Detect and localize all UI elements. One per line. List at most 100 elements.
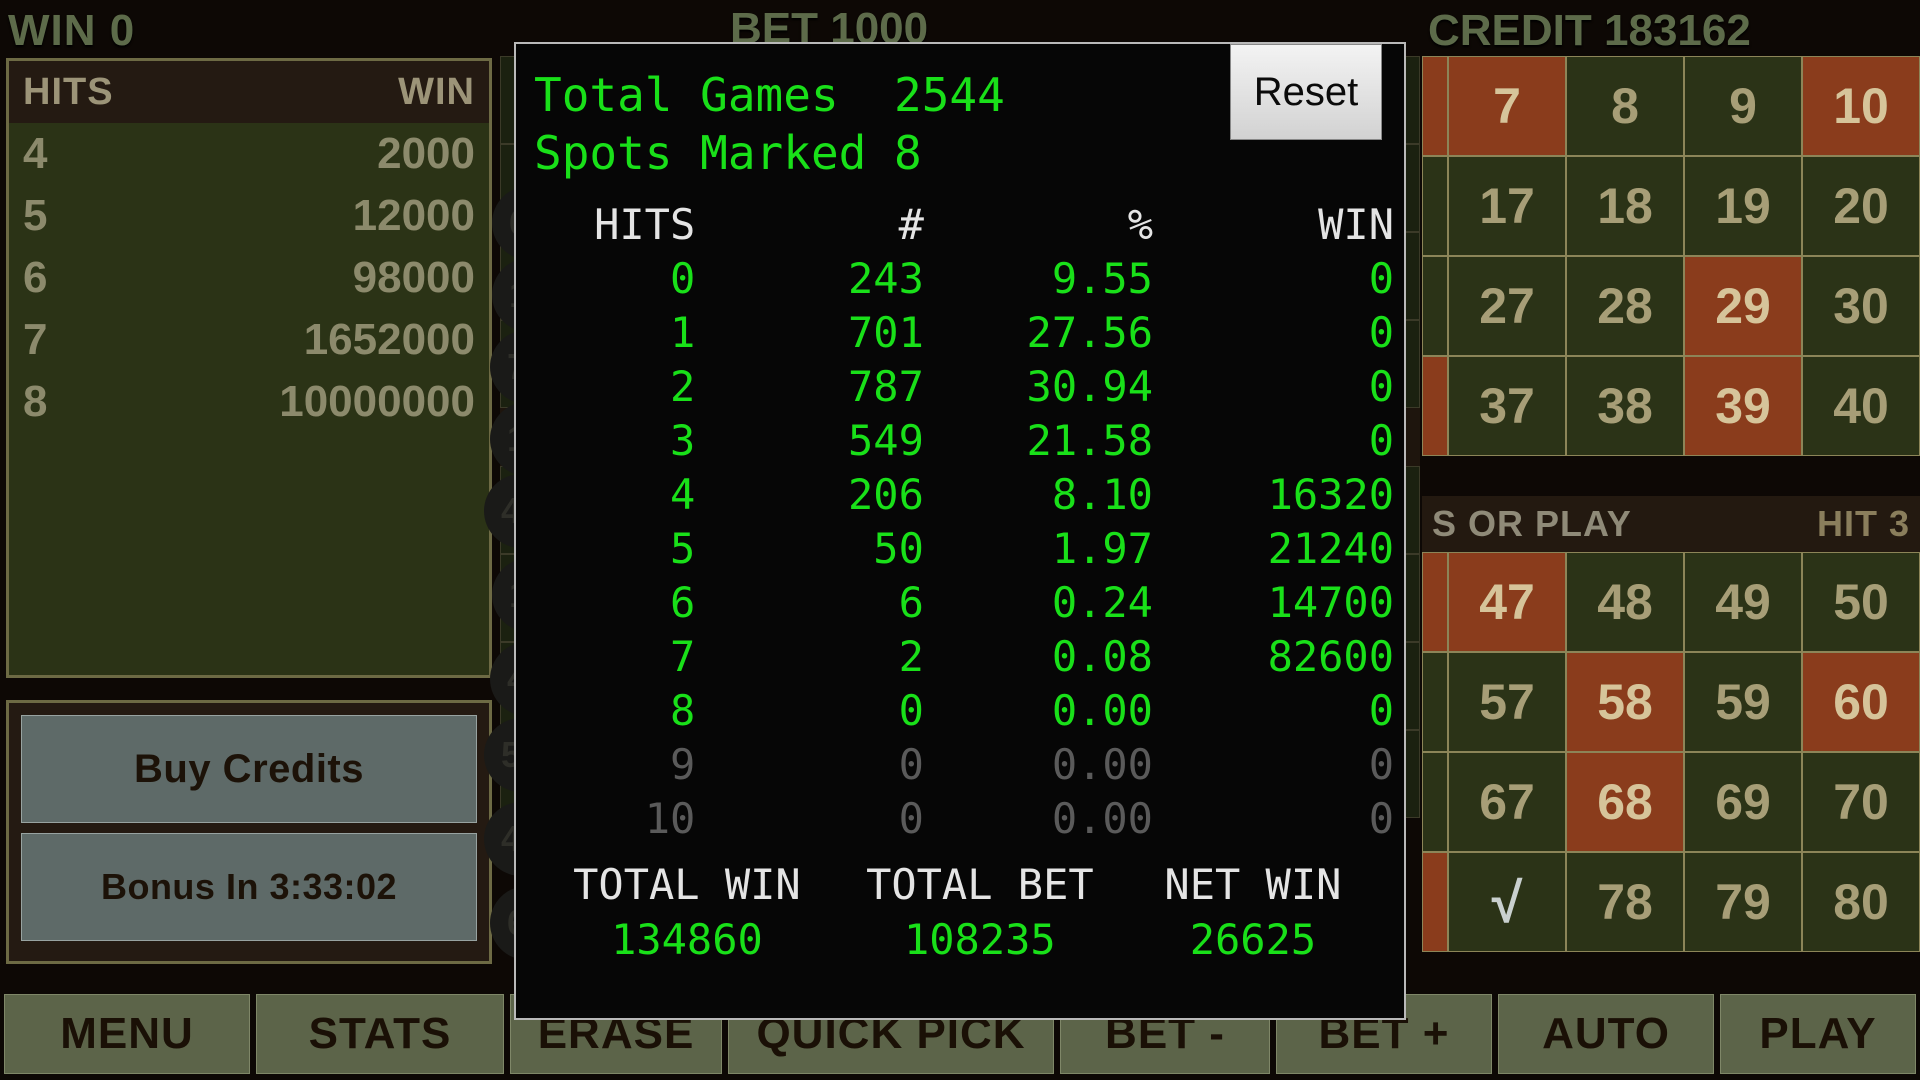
keno-cell[interactable]: 59 [1684,652,1802,752]
keno-cell[interactable]: 58 [1566,652,1684,752]
auto-button[interactable]: AUTO [1498,994,1714,1074]
keno-cell[interactable]: 69 [1684,752,1802,852]
board-subheader-right: S OR PLAY HIT 3 [1422,496,1920,552]
keno-cell-edge[interactable]: 6 [1422,56,1448,156]
keno-cell[interactable]: 50 [1802,552,1920,652]
paytable-hits-value: 6 [23,253,48,302]
total-win-value: 134860 [611,915,763,964]
keno-cell[interactable]: 79 [1684,852,1802,952]
keno-cell[interactable]: 19 [1684,156,1802,256]
hits-statistics-table: HITS # % WIN 0 243 9.55 0 1 701 27.56 0 [516,198,1404,846]
keno-cell[interactable]: 10 [1802,56,1920,156]
table-row: 3 549 21.58 0 [516,414,1404,468]
cell-percent: 9.55 [1051,254,1153,303]
keno-cell[interactable]: 17 [1448,156,1566,256]
paytable-hits-header: HITS [23,70,114,113]
cell-count: 787 [848,362,924,411]
column-header-win: WIN [1318,200,1394,249]
hit-count-tag: HIT 3 [1816,503,1910,544]
keno-grid-right-top: 6 7 8 9 10 16 17 18 19 20 26 27 28 29 30 [1422,56,1920,456]
credit-amount-label: CREDIT 183162 [1428,6,1751,55]
keno-cell[interactable]: 28 [1566,256,1684,356]
keno-cell[interactable]: 8 [1566,56,1684,156]
keno-cell[interactable]: 27 [1448,256,1566,356]
paytable-row: 7 1652000 [9,309,489,371]
game-screen: WIN 0 HITS WIN 4 2000 5 12000 6 9 80 0 0 7 … [0,0,1920,1080]
cell-percent: 21.58 [1026,416,1153,465]
spots-marked-label: Spots Marked [534,126,867,180]
keno-cell[interactable]: 70 [1802,752,1920,852]
cell-percent: 0.00 [1051,740,1153,789]
table-row: 5 50 1.97 21240 [516,522,1404,576]
keno-cell-edge[interactable]: 66 [1422,752,1448,852]
cell-percent: 1.97 [1051,524,1153,573]
cell-percent: 0.08 [1051,632,1153,681]
play-button[interactable]: PLAY [1720,994,1916,1074]
cell-percent: 0.00 [1051,686,1153,735]
paytable-win-header: WIN [398,70,475,113]
paytable-win-value: 12000 [352,191,475,240]
cell-win: 0 [1368,416,1394,465]
keno-cell-edge[interactable]: 46 [1422,552,1448,652]
totals-section: TOTAL WIN TOTAL BET NET WIN 134860 10823… [516,860,1404,964]
keno-cell-edge[interactable]: 16 [1422,156,1448,256]
keno-cell[interactable]: 20 [1802,156,1920,256]
cell-hits: 10 [644,794,696,843]
totals-labels-row: TOTAL WIN TOTAL BET NET WIN [538,860,1382,909]
stats-button[interactable]: STATS [256,994,504,1074]
keno-cell[interactable]: 39 [1684,356,1802,456]
paytable-hits-value: 4 [23,129,48,178]
keno-cell-marked[interactable]: √ [1448,852,1566,952]
cell-hits: 3 [669,416,696,465]
keno-cell[interactable]: 57 [1448,652,1566,752]
keno-row: 6 7 8 9 10 [1422,56,1920,156]
keno-cell-edge[interactable]: 36 [1422,356,1448,456]
keno-cell[interactable]: 9 [1684,56,1802,156]
keno-cell[interactable]: 37 [1448,356,1566,456]
table-row-inactive: 9 0 0.00 0 [516,738,1404,792]
keno-cell[interactable]: 30 [1802,256,1920,356]
keno-row: 76 √ 78 79 80 [1422,852,1920,952]
paytable-hits-value: 5 [23,191,48,240]
keno-cell[interactable]: 7 [1448,56,1566,156]
keno-cell[interactable]: 78 [1566,852,1684,952]
keno-cell[interactable]: 48 [1566,552,1684,652]
keno-cell[interactable]: 68 [1566,752,1684,852]
keno-cell[interactable]: 18 [1566,156,1684,256]
column-header-count: # [898,200,924,249]
keno-row: 16 17 18 19 20 [1422,156,1920,256]
keno-row: 46 47 48 49 50 [1422,552,1920,652]
paytable-row: 8 10000000 [9,371,489,433]
table-row: 0 243 9.55 0 [516,252,1404,306]
cell-count: 50 [873,524,924,573]
paytable-header: HITS WIN [9,61,489,123]
keno-cell[interactable]: 40 [1802,356,1920,456]
keno-cell[interactable]: 80 [1802,852,1920,952]
totals-values-row: 134860 108235 26625 [538,909,1382,964]
paytable-row: 4 2000 [9,123,489,185]
keno-cell-edge[interactable]: 26 [1422,256,1448,356]
paytable-win-value: 10000000 [279,377,475,426]
keno-cell[interactable]: 38 [1566,356,1684,456]
cell-win: 0 [1368,794,1394,843]
keno-cell[interactable]: 47 [1448,552,1566,652]
keno-cell[interactable]: 60 [1802,652,1920,752]
menu-button[interactable]: MENU [4,994,250,1074]
right-board-panel: CREDIT 183162 6 7 8 9 10 16 17 18 19 20 … [1422,0,1920,1000]
cell-win: 82600 [1267,632,1394,681]
bonus-timer-button[interactable]: Bonus In 3:33:02 [21,833,477,941]
keno-cell[interactable]: 67 [1448,752,1566,852]
cell-percent: 30.94 [1026,362,1153,411]
paytable-win-value: 2000 [377,129,475,178]
reset-button[interactable]: Reset [1230,44,1382,140]
table-row: 6 6 0.24 14700 [516,576,1404,630]
cell-count: 549 [848,416,924,465]
dialog-header: Total Games 2544 Spots Marked 8 Reset [516,44,1404,182]
total-win-label: TOTAL WIN [573,860,801,909]
keno-cell-edge[interactable]: 56 [1422,652,1448,752]
keno-cell[interactable]: 29 [1684,256,1802,356]
cell-count: 0 [898,794,924,843]
keno-cell-edge[interactable]: 76 [1422,852,1448,952]
keno-cell[interactable]: 49 [1684,552,1802,652]
buy-credits-button[interactable]: Buy Credits [21,715,477,823]
